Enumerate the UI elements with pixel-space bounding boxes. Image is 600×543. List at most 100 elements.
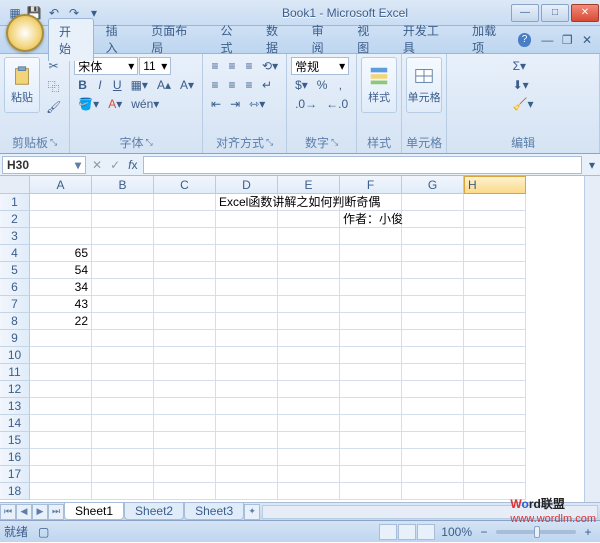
cell-E6[interactable] bbox=[278, 279, 340, 296]
cell-A6[interactable]: 34 bbox=[30, 279, 92, 296]
cell-B14[interactable] bbox=[92, 415, 154, 432]
cell-H11[interactable] bbox=[464, 364, 526, 381]
zoom-in-button[interactable]: + bbox=[580, 523, 596, 541]
column-header-D[interactable]: D bbox=[216, 176, 278, 194]
row-header-12[interactable]: 12 bbox=[0, 381, 30, 398]
cell-F18[interactable] bbox=[340, 483, 402, 500]
font-launcher-icon[interactable]: ⤡ bbox=[146, 137, 153, 148]
ribbon-tab-7[interactable]: 开发工具 bbox=[393, 18, 460, 61]
column-header-H[interactable]: H bbox=[464, 176, 526, 194]
cell-G13[interactable] bbox=[402, 398, 464, 415]
row-header-13[interactable]: 13 bbox=[0, 398, 30, 415]
cell-E10[interactable] bbox=[278, 347, 340, 364]
cell-F6[interactable] bbox=[340, 279, 402, 296]
cell-C11[interactable] bbox=[154, 364, 216, 381]
cell-D11[interactable] bbox=[216, 364, 278, 381]
cell-G10[interactable] bbox=[402, 347, 464, 364]
cell-G4[interactable] bbox=[402, 245, 464, 262]
cell-H1[interactable] bbox=[464, 194, 526, 211]
cell-C1[interactable] bbox=[154, 194, 216, 211]
phonetic-button[interactable]: wén▾ bbox=[127, 95, 163, 113]
cell-G17[interactable] bbox=[402, 466, 464, 483]
cell-E3[interactable] bbox=[278, 228, 340, 245]
cell-D7[interactable] bbox=[216, 296, 278, 313]
cell-A13[interactable] bbox=[30, 398, 92, 415]
cell-F9[interactable] bbox=[340, 330, 402, 347]
cell-C12[interactable] bbox=[154, 381, 216, 398]
cell-A15[interactable] bbox=[30, 432, 92, 449]
cell-C5[interactable] bbox=[154, 262, 216, 279]
cell-H16[interactable] bbox=[464, 449, 526, 466]
align-right-button[interactable]: ≡ bbox=[241, 76, 257, 94]
alignment-launcher-icon[interactable]: ⤡ bbox=[266, 137, 273, 148]
cell-C13[interactable] bbox=[154, 398, 216, 415]
cell-D4[interactable] bbox=[216, 245, 278, 262]
cell-G6[interactable] bbox=[402, 279, 464, 296]
cell-B13[interactable] bbox=[92, 398, 154, 415]
cell-E17[interactable] bbox=[278, 466, 340, 483]
cell-D1[interactable]: Excel函数讲解之如何判断奇偶 bbox=[216, 194, 278, 211]
cell-E13[interactable] bbox=[278, 398, 340, 415]
cell-D14[interactable] bbox=[216, 415, 278, 432]
cell-E9[interactable] bbox=[278, 330, 340, 347]
select-all-corner[interactable] bbox=[0, 176, 30, 194]
next-sheet-button[interactable]: ▶ bbox=[32, 504, 48, 520]
cell-H3[interactable] bbox=[464, 228, 526, 245]
cell-H9[interactable] bbox=[464, 330, 526, 347]
row-header-11[interactable]: 11 bbox=[0, 364, 30, 381]
sheet-tab-Sheet3[interactable]: Sheet3 bbox=[184, 503, 244, 520]
cell-B12[interactable] bbox=[92, 381, 154, 398]
cell-C4[interactable] bbox=[154, 245, 216, 262]
cell-F3[interactable] bbox=[340, 228, 402, 245]
cell-E8[interactable] bbox=[278, 313, 340, 330]
cells-button[interactable]: 单元格 bbox=[406, 57, 442, 113]
cell-H14[interactable] bbox=[464, 415, 526, 432]
fill-button[interactable]: ⬇▾ bbox=[509, 76, 533, 94]
cell-B10[interactable] bbox=[92, 347, 154, 364]
cell-G11[interactable] bbox=[402, 364, 464, 381]
number-launcher-icon[interactable]: ⤡ bbox=[331, 137, 338, 148]
cell-D6[interactable] bbox=[216, 279, 278, 296]
paste-button[interactable]: 粘贴 bbox=[4, 57, 40, 113]
cell-C10[interactable] bbox=[154, 347, 216, 364]
fill-color-button[interactable]: 🪣▾ bbox=[74, 95, 103, 113]
vertical-scrollbar[interactable] bbox=[584, 176, 600, 502]
cell-E16[interactable] bbox=[278, 449, 340, 466]
cell-B7[interactable] bbox=[92, 296, 154, 313]
workbook-restore-button[interactable]: ❐ bbox=[560, 33, 574, 47]
cell-B11[interactable] bbox=[92, 364, 154, 381]
cell-A7[interactable]: 43 bbox=[30, 296, 92, 313]
cell-H6[interactable] bbox=[464, 279, 526, 296]
cell-F4[interactable] bbox=[340, 245, 402, 262]
expand-formula-icon[interactable]: ▾ bbox=[584, 156, 600, 174]
cell-H15[interactable] bbox=[464, 432, 526, 449]
ribbon-tab-2[interactable]: 页面布局 bbox=[141, 18, 208, 61]
row-header-10[interactable]: 10 bbox=[0, 347, 30, 364]
cell-C17[interactable] bbox=[154, 466, 216, 483]
ribbon-tab-4[interactable]: 数据 bbox=[256, 18, 300, 61]
cell-F2[interactable]: 作者：小俊 bbox=[340, 211, 402, 228]
row-header-8[interactable]: 8 bbox=[0, 313, 30, 330]
ribbon-tab-8[interactable]: 加载项 bbox=[462, 18, 517, 61]
increase-decimal-button[interactable]: .0→ bbox=[291, 95, 321, 113]
normal-view-button[interactable] bbox=[379, 524, 397, 540]
cell-A2[interactable] bbox=[30, 211, 92, 228]
cell-D3[interactable] bbox=[216, 228, 278, 245]
cell-G7[interactable] bbox=[402, 296, 464, 313]
cell-G12[interactable] bbox=[402, 381, 464, 398]
cell-B3[interactable] bbox=[92, 228, 154, 245]
cell-B4[interactable] bbox=[92, 245, 154, 262]
cell-G15[interactable] bbox=[402, 432, 464, 449]
increase-indent-button[interactable]: ⇥ bbox=[226, 95, 244, 113]
macro-record-icon[interactable]: ▢ bbox=[38, 525, 49, 539]
cell-B18[interactable] bbox=[92, 483, 154, 500]
ribbon-tab-3[interactable]: 公式 bbox=[210, 18, 254, 61]
cell-D12[interactable] bbox=[216, 381, 278, 398]
cell-A9[interactable] bbox=[30, 330, 92, 347]
font-color-button[interactable]: A▾ bbox=[104, 95, 126, 113]
align-center-button[interactable]: ≡ bbox=[224, 76, 240, 94]
cell-F8[interactable] bbox=[340, 313, 402, 330]
cell-G1[interactable] bbox=[402, 194, 464, 211]
cell-B15[interactable] bbox=[92, 432, 154, 449]
row-header-16[interactable]: 16 bbox=[0, 449, 30, 466]
